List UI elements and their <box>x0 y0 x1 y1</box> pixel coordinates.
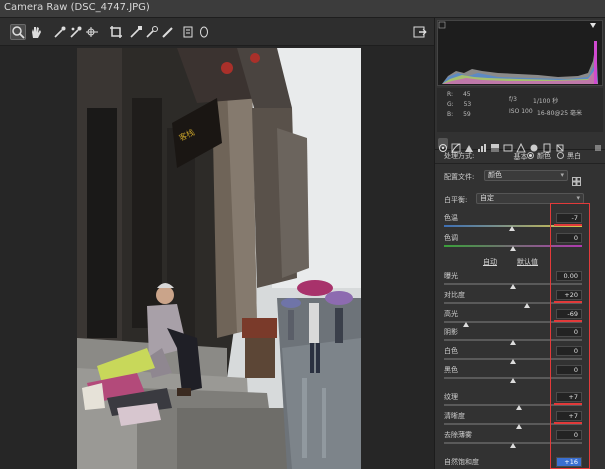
snapshots-tab-icon[interactable] <box>555 138 565 152</box>
slider-value-field[interactable]: +16 <box>556 457 582 467</box>
slider-label: 对比度 <box>444 291 465 299</box>
camera-raw-window: Camera Raw (DSC_4747.JPG) 客栈 R: 45 G: 53… <box>0 0 605 469</box>
slider-value-field[interactable]: +20 <box>556 290 582 300</box>
title-bar: Camera Raw (DSC_4747.JPG) <box>0 0 605 18</box>
adjustment-brush-tool-icon[interactable] <box>180 24 196 40</box>
image-info: R: 45 G: 53 B: 59 f/3 1/100 秒 ISO 100 16… <box>437 88 603 132</box>
process-bw-radio[interactable] <box>557 152 564 159</box>
wb-select[interactable]: 自定 <box>476 193 584 204</box>
radial-filter-tool-icon[interactable] <box>196 24 212 40</box>
straighten-tool-icon[interactable] <box>128 24 144 40</box>
slider-label: 曝光 <box>444 272 458 280</box>
slider-thumb[interactable] <box>515 424 522 429</box>
spot-removal-tool-icon[interactable] <box>144 24 160 40</box>
slider-thumb[interactable] <box>523 303 530 308</box>
highlight-underline <box>554 224 582 226</box>
auto-button[interactable]: 自动 <box>483 257 497 267</box>
slider-thumb[interactable] <box>510 443 516 448</box>
histogram <box>437 20 603 86</box>
slider-thumb[interactable] <box>510 340 516 345</box>
slider-label: 色调 <box>444 234 458 242</box>
panel-tabs <box>435 136 605 153</box>
lens: 16-80@25 毫米 <box>537 110 582 117</box>
slider-thumb[interactable] <box>515 405 522 410</box>
slider-value-field[interactable]: 0 <box>556 327 582 337</box>
slider-value-field[interactable]: 0 <box>556 233 582 243</box>
slider-value-field[interactable]: 0 <box>556 365 582 375</box>
slider-label: 自然饱和度 <box>444 458 479 466</box>
panel-menu-icon[interactable] <box>593 138 603 151</box>
highlight-underline <box>554 403 582 405</box>
profile-select[interactable]: 颜色 <box>484 170 568 181</box>
profile-browser-icon[interactable] <box>572 171 581 186</box>
aperture: f/3 <box>509 96 517 103</box>
slider-label: 清晰度 <box>444 412 465 420</box>
slider-label: 纹理 <box>444 393 458 401</box>
slider-label: 白色 <box>444 347 458 355</box>
b-value: 59 <box>463 111 471 118</box>
targeted-adjustment-tool-icon[interactable] <box>84 24 100 40</box>
slider-thumb[interactable] <box>510 378 516 383</box>
process-color-label: 颜色 <box>537 152 551 160</box>
slider-thumb[interactable] <box>463 322 470 327</box>
default-button[interactable]: 默认值 <box>517 257 538 267</box>
red-eye-tool-icon[interactable] <box>160 24 176 40</box>
slider-label: 黑色 <box>444 366 458 374</box>
export-icon[interactable] <box>412 24 428 40</box>
slider-value-field[interactable]: +7 <box>556 411 582 421</box>
basic-tab-icon[interactable] <box>438 138 448 152</box>
street-photo: 客栈 <box>77 48 361 469</box>
highlight-underline <box>554 301 582 303</box>
slider-thumb[interactable] <box>510 359 516 364</box>
highlight-underline <box>554 422 582 424</box>
calibration-tab-icon[interactable] <box>529 138 539 152</box>
process-bw-label: 黑白 <box>567 152 581 160</box>
detail-tab-icon[interactable] <box>464 138 474 152</box>
slider-thumb[interactable] <box>510 246 516 251</box>
split-toning-tab-icon[interactable] <box>490 138 500 152</box>
slider-value-field[interactable]: -7 <box>556 213 582 223</box>
process-color-radio[interactable] <box>527 152 534 159</box>
highlight-underline <box>554 320 582 322</box>
slider-value-field[interactable]: +7 <box>556 392 582 402</box>
slider-thumb[interactable] <box>508 226 515 231</box>
hand-tool-icon[interactable] <box>28 24 44 40</box>
effects-tab-icon[interactable] <box>516 138 526 153</box>
slider-label: 去除薄雾 <box>444 431 472 439</box>
slider-value-field[interactable]: -69 <box>556 309 582 319</box>
g-value: 53 <box>463 101 472 108</box>
slider-thumb[interactable] <box>510 284 516 289</box>
slider-label: 阴影 <box>444 328 458 336</box>
slider-value-field[interactable]: 0 <box>556 346 582 356</box>
shutter: 1/100 秒 <box>533 98 559 105</box>
hsl-tab-icon[interactable] <box>477 138 487 152</box>
slider-value-field[interactable]: 0 <box>556 430 582 440</box>
white-balance-tool-icon[interactable] <box>52 24 68 40</box>
zoom-tool-icon[interactable] <box>10 24 26 40</box>
slider-label: 色温 <box>444 214 458 222</box>
image-canvas[interactable]: 客栈 <box>0 46 434 469</box>
r-value: 45 <box>462 91 471 98</box>
lens-tab-icon[interactable] <box>503 138 513 152</box>
slider-value-field[interactable]: 0.00 <box>556 271 582 281</box>
window-title: Camera Raw (DSC_4747.JPG) <box>4 2 150 13</box>
crop-tool-icon[interactable] <box>108 24 124 40</box>
tone-curve-tab-icon[interactable] <box>451 138 461 153</box>
color-sampler-tool-icon[interactable] <box>68 24 84 40</box>
slider-label: 高光 <box>444 310 458 318</box>
presets-tab-icon[interactable] <box>542 138 552 153</box>
iso: ISO 100 <box>509 108 533 115</box>
